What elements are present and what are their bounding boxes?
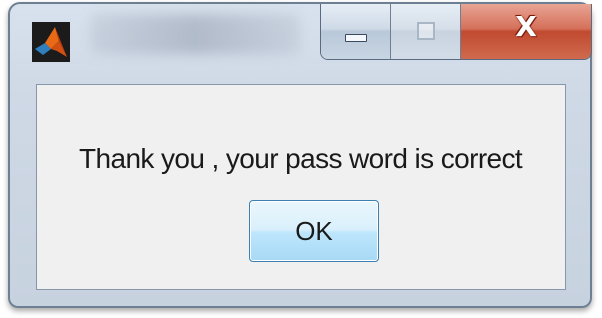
- matlab-logo-icon: [32, 22, 70, 62]
- title-bar[interactable]: X: [10, 4, 592, 84]
- close-button[interactable]: X: [461, 4, 591, 59]
- maximize-button[interactable]: [391, 4, 461, 59]
- minimize-icon: [345, 34, 367, 42]
- ok-button[interactable]: OK: [249, 200, 379, 262]
- dialog-message: Thank you , your pass word is correct: [79, 143, 523, 174]
- minimize-button[interactable]: [321, 4, 391, 59]
- message-dialog-window: X Thank you , your pass word is correct …: [8, 2, 592, 308]
- maximize-icon: [417, 22, 435, 40]
- screen: X Thank you , your pass word is correct …: [0, 0, 602, 318]
- window-title-blurred: [90, 14, 300, 54]
- window-caption-buttons: X: [320, 4, 592, 60]
- close-icon: X: [515, 10, 537, 43]
- dialog-client-area: Thank you , your pass word is correct OK: [36, 84, 566, 290]
